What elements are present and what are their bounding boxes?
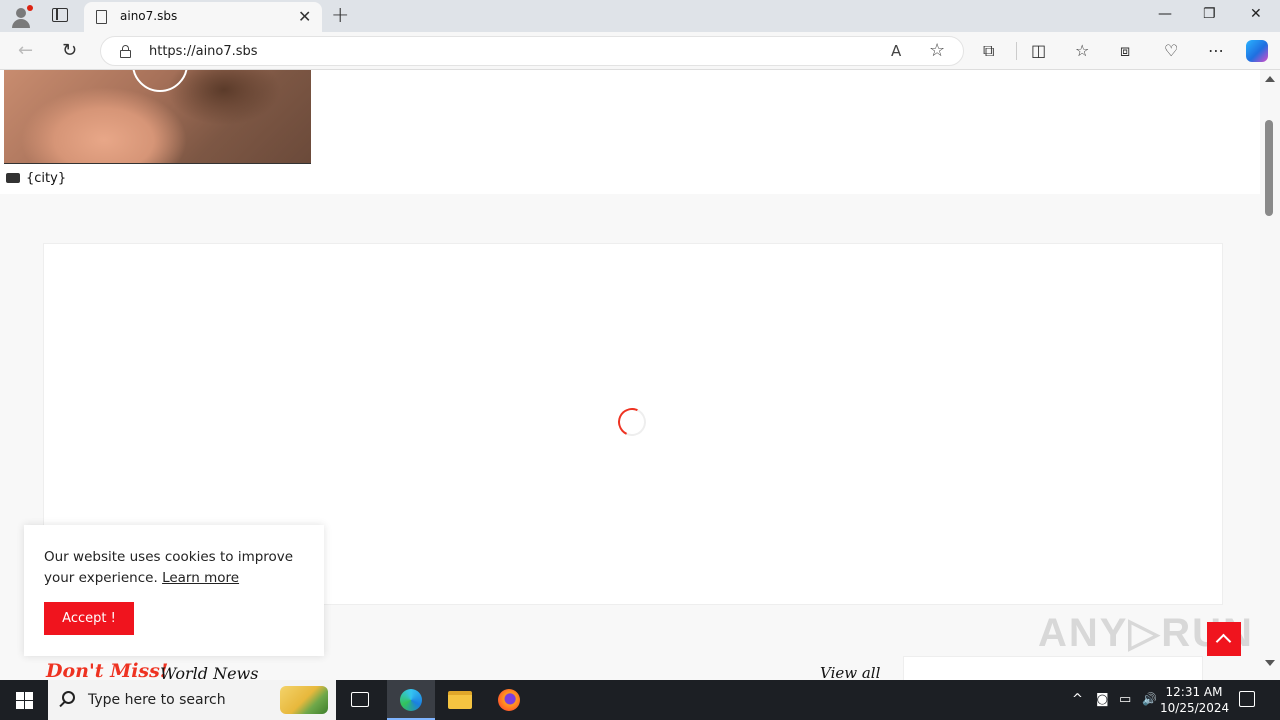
taskbar-edge[interactable] [387, 680, 435, 720]
section-title: Don't Miss! [46, 660, 169, 680]
back-button[interactable]: ← [18, 40, 33, 61]
back-to-top-button[interactable] [1207, 622, 1241, 656]
task-view-icon [351, 692, 369, 707]
taskbar-file-explorer[interactable] [436, 680, 484, 720]
search-highlight-image[interactable] [280, 686, 328, 714]
address-bar[interactable]: https://aino7.sbs A ☆ [100, 36, 964, 66]
favorite-star-icon[interactable]: ☆ [929, 40, 945, 61]
browser-navbar: ← ↻ https://aino7.sbs A ☆ ⧉ ◫ ☆ ⧈ ♡ ⋯ [0, 32, 1280, 70]
close-window-button[interactable]: ✕ [1250, 6, 1262, 22]
split-screen-icon[interactable]: ◫ [1031, 41, 1046, 60]
play-icon[interactable] [132, 70, 188, 92]
browser-titlebar: aino7.sbs ✕ + — ❐ ✕ [0, 0, 1280, 32]
clock-date: 10/25/2024 [1160, 701, 1230, 715]
windows-taskbar: Type here to search ^ ◙ ▭ 🔊 12:31 AM 10/… [0, 680, 1280, 720]
taskbar-search[interactable]: Type here to search [48, 680, 336, 720]
taskbar-clock[interactable]: 12:31 AM 10/25/2024 [1160, 684, 1230, 716]
windows-start-icon[interactable] [16, 692, 33, 709]
clock-time: 12:31 AM [1165, 685, 1223, 699]
toolbar-divider [1016, 42, 1017, 60]
performance-icon[interactable]: ♡ [1164, 41, 1178, 60]
video-thumbnail[interactable] [4, 70, 311, 164]
notifications-icon[interactable] [1239, 691, 1255, 707]
task-view-button[interactable] [336, 680, 384, 720]
cookie-banner: Our website uses cookies to improve your… [24, 525, 324, 656]
refresh-button[interactable]: ↻ [62, 40, 77, 61]
learn-more-link[interactable]: Learn more [162, 570, 239, 586]
minimize-button[interactable]: — [1158, 6, 1172, 22]
tab-title: aino7.sbs [120, 9, 178, 23]
more-options-icon[interactable]: ⋯ [1208, 41, 1224, 60]
volume-icon[interactable]: 🔊 [1142, 692, 1157, 706]
page-scrollbar[interactable] [1260, 70, 1280, 680]
tab-close-icon[interactable]: ✕ [298, 7, 311, 26]
page-icon [96, 10, 107, 24]
meet-now-icon[interactable]: ◙ [1096, 692, 1109, 707]
browser-tab[interactable]: aino7.sbs ✕ [84, 2, 322, 32]
tray-chevron-icon[interactable]: ^ [1072, 692, 1083, 707]
new-tab-button[interactable]: + [331, 3, 349, 28]
accept-cookies-button[interactable]: Accept ! [44, 602, 134, 635]
city-label: {city} [26, 171, 67, 186]
scrollbar-thumb[interactable] [1265, 120, 1273, 216]
network-icon[interactable]: ▭ [1119, 692, 1131, 707]
url-text[interactable]: https://aino7.sbs [149, 44, 258, 59]
section-subtitle: World News [160, 664, 259, 680]
profile-icon[interactable] [10, 5, 33, 28]
edge-icon [400, 689, 422, 711]
restore-button[interactable]: ❐ [1203, 6, 1216, 22]
folder-icon [448, 691, 472, 709]
sidebar-box [903, 656, 1203, 680]
view-all-link[interactable]: View all [820, 664, 880, 680]
web-page: {city} Don't Miss! World News View all O… [0, 70, 1260, 680]
collections-icon[interactable]: ⧈ [1120, 41, 1130, 61]
firefox-icon [498, 689, 520, 711]
favorites-icon[interactable]: ☆ [1075, 41, 1089, 60]
tab-actions-icon[interactable] [52, 8, 68, 22]
cookie-message: Our website uses cookies to improve your… [44, 547, 314, 589]
copilot-icon[interactable] [1246, 40, 1268, 62]
extensions-icon[interactable]: ⧉ [983, 41, 994, 61]
search-icon [62, 691, 75, 704]
loading-spinner-icon [614, 404, 650, 440]
scroll-down-icon[interactable] [1265, 660, 1275, 666]
taskbar-firefox[interactable] [485, 680, 533, 720]
read-aloud-icon[interactable]: A [891, 42, 901, 60]
scroll-up-icon[interactable] [1265, 76, 1275, 82]
camera-icon [6, 172, 20, 183]
search-placeholder: Type here to search [88, 692, 226, 708]
lock-icon[interactable] [120, 45, 131, 58]
city-label-row: {city} [6, 171, 66, 186]
